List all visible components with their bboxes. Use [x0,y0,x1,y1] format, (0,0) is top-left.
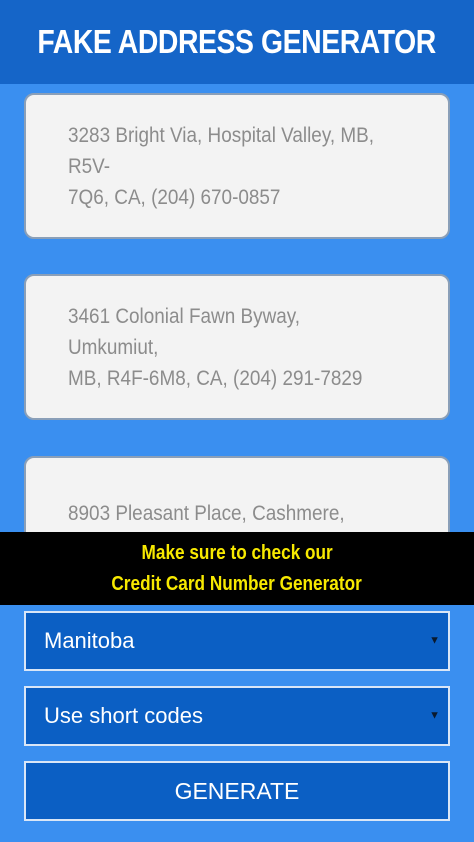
address-card[interactable]: 3461 Colonial Fawn Byway, Umkumiut, MB, … [24,274,450,420]
chevron-down-icon: ▼ [429,709,440,722]
app-header: FAKE ADDRESS GENERATOR [0,0,474,84]
format-select[interactable]: Use short codes ▼ [24,686,450,746]
promo-line: Make sure to check our [141,541,333,564]
credit-card-promo-banner[interactable]: Make sure to check our Credit Card Numbe… [0,532,474,605]
address-text: 8903 Pleasant Place, Cashmere, MB, R6U- [68,498,378,532]
format-select-value: Use short codes [44,703,203,728]
address-text: 3283 Bright Via, Hospital Valley, MB, R5… [68,120,378,213]
address-card[interactable]: 8903 Pleasant Place, Cashmere, MB, R6U- [24,456,450,532]
app-title: FAKE ADDRESS GENERATOR [37,23,437,60]
address-line: MB, R4F-6M8, CA, (204) 291-7829 [68,365,363,390]
address-line: 7Q6, CA, (204) 670-0857 [68,184,281,209]
address-line: 8903 Pleasant Place, Cashmere, MB, R6U- [68,501,345,525]
province-select[interactable]: Manitoba ▼ [24,611,450,671]
address-line: 3283 Bright Via, Hospital Valley, MB, R5… [68,122,375,178]
address-list[interactable]: 3283 Bright Via, Hospital Valley, MB, R5… [0,84,474,532]
address-text: 3461 Colonial Fawn Byway, Umkumiut, MB, … [68,301,378,394]
chevron-down-icon: ▼ [429,634,440,647]
province-select-value: Manitoba [44,628,135,653]
generate-button[interactable]: GENERATE [24,761,450,821]
address-card[interactable]: 3283 Bright Via, Hospital Valley, MB, R5… [24,93,450,239]
address-line: 3461 Colonial Fawn Byway, Umkumiut, [68,303,301,359]
promo-link[interactable]: Credit Card Number Generator [112,569,362,600]
